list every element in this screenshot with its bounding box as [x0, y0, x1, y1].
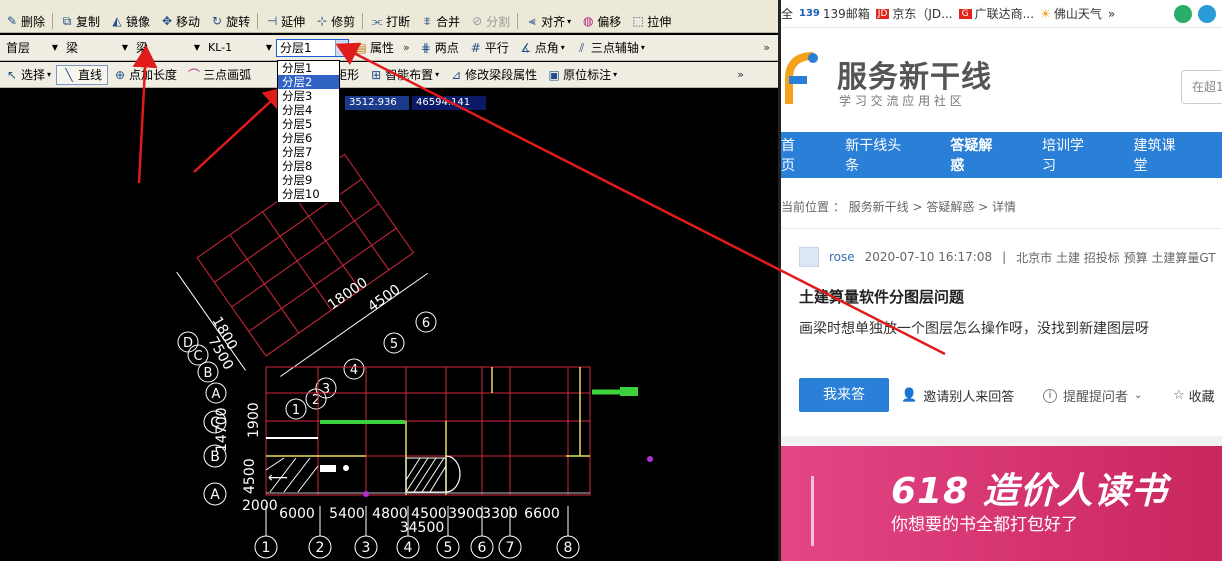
search-box[interactable]: 在超1: [1181, 70, 1222, 104]
post-meta: rose 2020-07-10 16:17:08 | 北京市 土建 招投标 预算…: [799, 247, 1216, 267]
rot-axis-label: 2: [312, 393, 320, 408]
layer-option[interactable]: 分层6: [278, 131, 339, 145]
plant-icon: [811, 476, 814, 546]
breadcrumb: 当前位置 ： 服务新干线 > 答疑解惑 > 详情: [781, 200, 1016, 214]
remind-link[interactable]: i 提醒提问者 ⌄: [1043, 386, 1142, 405]
rot-letter-label: B: [204, 366, 213, 381]
post-tags: 北京市 土建 招投标 预算 土建算量GT: [1016, 250, 1216, 265]
post-time: 2020-07-10 16:17:08: [864, 250, 993, 264]
rot-axis-label: 6: [422, 316, 430, 331]
arrow-left-icon: ⟵: [268, 470, 288, 486]
axis-number-label: 5: [444, 540, 453, 556]
axis-letter-b: B: [210, 449, 220, 465]
rot-letter-label: A: [212, 387, 221, 402]
drawing-canvas[interactable]: 18000 4500 1800 7500 14700 1900 4500 200…: [0, 0, 778, 561]
collect-link[interactable]: ☆ 收藏: [1173, 386, 1215, 405]
meta-divider: |: [1002, 250, 1007, 264]
layer-dropdown-list[interactable]: 分层1 分层2 分层3 分层4 分层5 分层6 分层7 分层8 分层9 分层10: [277, 60, 340, 203]
main-grid: [265, 366, 591, 496]
rot-dim-top: 4500: [365, 282, 403, 316]
bookmarks-bar: 全 139 139邮箱 JD 京东（JD... G 广联达商... ☀ 佛山天气 »: [781, 0, 1222, 28]
left-dim-1900: 1900: [246, 402, 262, 438]
logo-subtitle: 学 习 交 流 应 用 社 区: [839, 94, 962, 108]
axis-letter-a: A: [210, 487, 220, 503]
main-nav: 首页 新干线头条 答疑解惑 培训学习 建筑课堂: [781, 132, 1222, 178]
axis-number-label: 4: [404, 540, 413, 556]
cad-window: ✎ 删除 ⧉ 复制 ◭ 镜像 ✥ 移动 ↻ 旋转 ⊣ 延伸 ⊹ 修剪 ⫘ 打断 ⩨ 合并 ⊘ 分割 …: [0, 0, 778, 561]
user-icon: 👤: [901, 388, 918, 403]
layer-option[interactable]: 分层3: [278, 89, 339, 103]
axis-letter-c: C: [210, 415, 220, 431]
layer-option[interactable]: 分层7: [278, 145, 339, 159]
promo-banner[interactable]: 618 造价人读书 你想要的书全都打包好了: [781, 446, 1222, 561]
axis-number-label: 8: [564, 540, 573, 556]
star-icon: ☆: [1173, 388, 1185, 403]
layer-option[interactable]: 分层4: [278, 103, 339, 117]
axis-number-label: 1: [262, 540, 271, 556]
nav-headlines[interactable]: 新干线头条: [845, 135, 913, 175]
author-name[interactable]: rose: [829, 250, 855, 264]
axis-number-label: 6: [478, 540, 487, 556]
total-dim-label: 34500: [400, 520, 445, 536]
wechat-icon[interactable]: [1174, 4, 1192, 23]
bookmark-jd[interactable]: JD 京东（JD...: [875, 5, 953, 22]
logo-mark-icon: [785, 52, 818, 104]
info-icon: i: [1043, 388, 1057, 403]
layer-option[interactable]: 分层8: [278, 159, 339, 173]
bookmark-glodon[interactable]: G 广联达商...: [958, 5, 1034, 22]
layer-option[interactable]: 分层5: [278, 117, 339, 131]
mail-icon: 139: [799, 8, 820, 19]
layer-option[interactable]: 分层2: [278, 75, 339, 89]
banner-title: 618 造价人读书: [891, 471, 1168, 512]
dim-label: 5400: [329, 506, 365, 522]
answer-button[interactable]: 我来答: [799, 378, 889, 412]
glodon-icon: G: [958, 8, 972, 19]
rot-axis-label: 1: [292, 403, 300, 418]
divider: [781, 228, 1222, 229]
rot-dim-18000: 18000: [325, 275, 371, 314]
section-gap: [781, 436, 1222, 446]
axis-number-label: 2: [316, 540, 325, 556]
layer-option[interactable]: 分层1: [278, 61, 339, 75]
axis-number-label: 3: [362, 540, 371, 556]
layer-option[interactable]: 分层9: [278, 173, 339, 187]
weather-icon: ☀: [1040, 6, 1051, 21]
rot-letter-label: D: [183, 336, 193, 351]
nav-classroom[interactable]: 建筑课堂: [1133, 135, 1188, 175]
rot-letter-label: C: [193, 349, 202, 364]
avatar[interactable]: [799, 247, 819, 267]
nav-home[interactable]: 首页: [781, 135, 808, 175]
dim-label: 6600: [524, 506, 560, 522]
invite-link[interactable]: 👤 邀请别人来回答: [901, 386, 1014, 405]
dim-label: 3900: [448, 506, 484, 522]
app-icon[interactable]: [1198, 4, 1216, 23]
dim-2000: 2000: [242, 498, 278, 514]
site-logo[interactable]: 服务新干线 学 习 交 流 应 用 社 区: [781, 50, 1021, 112]
nav-training[interactable]: 培训学习: [1042, 135, 1097, 175]
bookmarks-overflow[interactable]: »: [1108, 7, 1115, 21]
bookmark-139mail[interactable]: 139 139邮箱: [799, 5, 870, 22]
chevron-down-icon: ⌄: [1134, 390, 1143, 401]
jd-icon: JD: [875, 8, 890, 19]
left-dim-4500: 4500: [242, 458, 258, 494]
bookmark-item[interactable]: 全: [781, 5, 793, 22]
rot-axis-label: 3: [322, 382, 330, 397]
axis-number-label: 7: [506, 540, 515, 556]
layer-option[interactable]: 分层10: [278, 187, 339, 201]
logo-title: 服务新干线: [837, 60, 992, 95]
nav-qa[interactable]: 答疑解惑: [950, 135, 1005, 175]
dim-label: 3300: [482, 506, 518, 522]
bookmark-weather[interactable]: ☀ 佛山天气: [1040, 5, 1102, 22]
banner-subtitle: 你想要的书全都打包好了: [891, 515, 1078, 535]
question-body: 画梁时想单独放一个图层怎么操作呀，没找到新建图层呀: [799, 321, 1149, 337]
rot-axis-label: 4: [350, 363, 358, 378]
browser-window: 全 139 139邮箱 JD 京东（JD... G 广联达商... ☀ 佛山天气 » 服…: [778, 0, 1222, 561]
question-title: 土建算量软件分图层问题: [799, 288, 965, 306]
dim-label: 6000: [279, 506, 315, 522]
rot-axis-label: 5: [390, 337, 398, 352]
